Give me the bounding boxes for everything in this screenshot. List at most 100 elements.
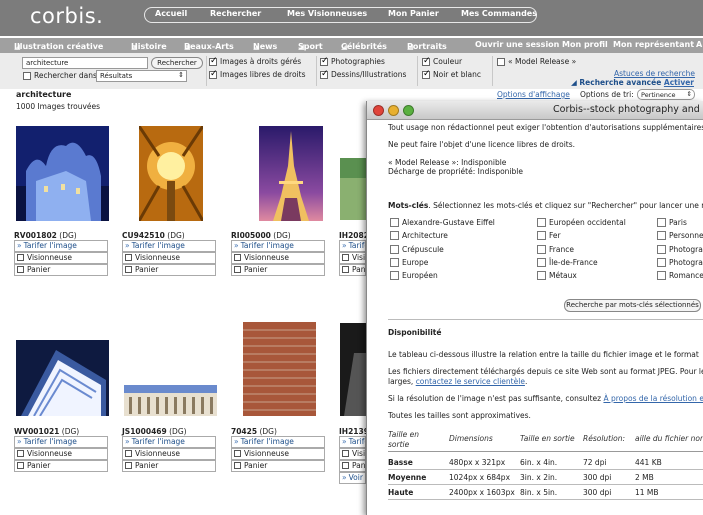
double-arrow-icon: » [125, 437, 130, 446]
model-release-checkbox[interactable] [497, 58, 505, 66]
nav-rechercher[interactable]: Rechercher [210, 9, 261, 18]
keyword-checkbox[interactable] [657, 258, 666, 267]
search-within-select[interactable]: Résultats ⇕ [96, 70, 187, 82]
add-to-cart[interactable]: Panier [231, 460, 325, 472]
double-arrow-icon: » [125, 241, 130, 250]
price-image-button[interactable]: »Tarifer l'image [14, 240, 108, 252]
keyword-checkbox[interactable] [390, 258, 399, 267]
divider [206, 56, 207, 86]
image-id[interactable]: JS1000469 (DG) [122, 427, 187, 436]
nav-visionneuses[interactable]: Mes Visionneuses [287, 9, 367, 18]
add-to-lightbox[interactable]: Visionneuse [231, 448, 325, 460]
photographs-checkbox[interactable] [320, 56, 329, 66]
keyword-checkbox[interactable] [657, 271, 666, 280]
image-id[interactable]: WV001021 (DG) [14, 427, 79, 436]
add-to-lightbox[interactable]: Visionneuse [231, 252, 325, 264]
image-id[interactable]: RI005000 (DG) [231, 231, 291, 240]
keyword-checkbox[interactable] [657, 218, 666, 227]
result-thumbnail[interactable] [124, 385, 217, 416]
double-arrow-icon: » [342, 241, 347, 250]
result-thumbnail[interactable] [340, 323, 366, 416]
advanced-search-activate-link[interactable]: Activer [664, 78, 694, 87]
color-checkbox[interactable] [422, 56, 431, 66]
nav-profile[interactable]: Mon profil [562, 40, 608, 49]
nav-representative[interactable]: Mon représentant [613, 40, 694, 49]
add-to-lightbox[interactable]: Visionneuse [122, 252, 216, 264]
add-to-cart[interactable]: Panier [122, 460, 216, 472]
zoom-icon[interactable] [403, 105, 414, 116]
nav-login[interactable]: Ouvrir une session [475, 40, 559, 49]
add-to-lightbox[interactable]: Visionneuse [14, 448, 108, 460]
keyword-checkbox[interactable] [537, 218, 546, 227]
close-icon[interactable] [373, 105, 384, 116]
image-id[interactable]: CU942510 (DG) [122, 231, 185, 240]
minimize-icon[interactable] [388, 105, 399, 116]
result-thumbnail[interactable] [243, 322, 316, 416]
keyword-checkbox[interactable] [390, 245, 399, 254]
sort-select[interactable]: Pertinence ⇕ [637, 89, 695, 100]
nav-commandes[interactable]: Mes Commandes [461, 9, 537, 18]
keyword-checkbox[interactable] [390, 218, 399, 227]
add-to-cart[interactable]: Panier [339, 264, 366, 276]
result-thumbnail[interactable] [139, 126, 203, 221]
checkbox-icon [234, 266, 241, 273]
add-to-cart[interactable]: Panier [14, 460, 108, 472]
keyword-checkbox[interactable] [537, 258, 546, 267]
table-cell: 1024px x 684px [449, 473, 511, 482]
window-titlebar[interactable]: Corbis--stock photography and [367, 101, 703, 120]
price-image-button[interactable]: »Tarifer l'image [231, 240, 325, 252]
image-id[interactable]: IH2082 [339, 231, 369, 240]
add-to-lightbox[interactable]: Visionneuse [122, 448, 216, 460]
result-thumbnail[interactable] [16, 340, 109, 416]
keyword-checkbox[interactable] [657, 245, 666, 254]
price-image-button[interactable]: »Tarifer l'image [122, 436, 216, 448]
corbis-logo[interactable]: corbis. [30, 4, 103, 28]
result-thumbnail[interactable] [259, 126, 323, 221]
price-image-button[interactable]: »Tarifer l'image [14, 436, 108, 448]
keyword-checkbox[interactable] [537, 231, 546, 240]
search-tips-link[interactable]: Astuces de recherche [614, 69, 695, 78]
add-to-lightbox[interactable]: Visionneuse [14, 252, 108, 264]
keyword-checkbox[interactable] [537, 245, 546, 254]
result-thumbnail[interactable] [16, 126, 109, 221]
result-thumbnail[interactable] [340, 158, 366, 220]
divider [492, 56, 493, 86]
black-white-checkbox[interactable] [422, 69, 431, 79]
advanced-search-label: Recherche avancée [579, 78, 662, 87]
image-id[interactable]: RV001802 (DG) [14, 231, 77, 240]
nav-accueil[interactable]: Accueil [155, 9, 187, 18]
search-input[interactable]: architecture [22, 57, 148, 69]
royalty-free-checkbox[interactable] [209, 69, 218, 79]
rights-managed-checkbox[interactable] [209, 56, 218, 66]
add-to-cart[interactable]: Panier [14, 264, 108, 276]
view-button[interactable]: » Voir l [339, 472, 366, 484]
illustrations-checkbox[interactable] [320, 69, 329, 79]
display-options-link[interactable]: Options d'affichage [497, 90, 570, 99]
add-to-cart[interactable]: Panier [231, 264, 325, 276]
customer-service-link[interactable]: contactez le service clientèle [416, 377, 525, 386]
add-to-cart[interactable]: Panier [122, 264, 216, 276]
nav-panier[interactable]: Mon Panier [388, 9, 439, 18]
keyword-checkbox[interactable] [390, 231, 399, 240]
keyword-label: Photograp [669, 258, 703, 267]
table-cell: 300 dpi [583, 473, 612, 482]
price-image-button[interactable]: »Tarifer l'image [122, 240, 216, 252]
keyword-checkbox[interactable] [537, 271, 546, 280]
keyword-checkbox[interactable] [657, 231, 666, 240]
price-image-button[interactable]: »Tarifer l'image [339, 240, 366, 252]
keyword-search-button[interactable]: Recherche par mots-clés sélectionnés [564, 299, 701, 312]
image-id[interactable]: IH2139 [339, 427, 369, 436]
search-button[interactable]: Rechercher [151, 57, 203, 69]
search-within-checkbox[interactable] [23, 72, 31, 80]
nav-more[interactable]: A [696, 40, 702, 49]
add-to-lightbox[interactable]: Visionneuse [339, 252, 366, 264]
sort-label: Options de tri: [580, 90, 634, 99]
add-to-lightbox[interactable]: Visionneuse [339, 448, 366, 460]
price-image-button[interactable]: »Tarifer l'image [231, 436, 325, 448]
price-image-button[interactable]: »Tarifer l'image [339, 436, 366, 448]
resolution-help-link[interactable]: À propos de la résolution e [603, 394, 703, 403]
keyword-checkbox[interactable] [390, 271, 399, 280]
checkbox-icon [342, 254, 349, 261]
image-id[interactable]: 70425 (DG) [231, 427, 277, 436]
add-to-cart[interactable]: Panier [339, 460, 366, 472]
